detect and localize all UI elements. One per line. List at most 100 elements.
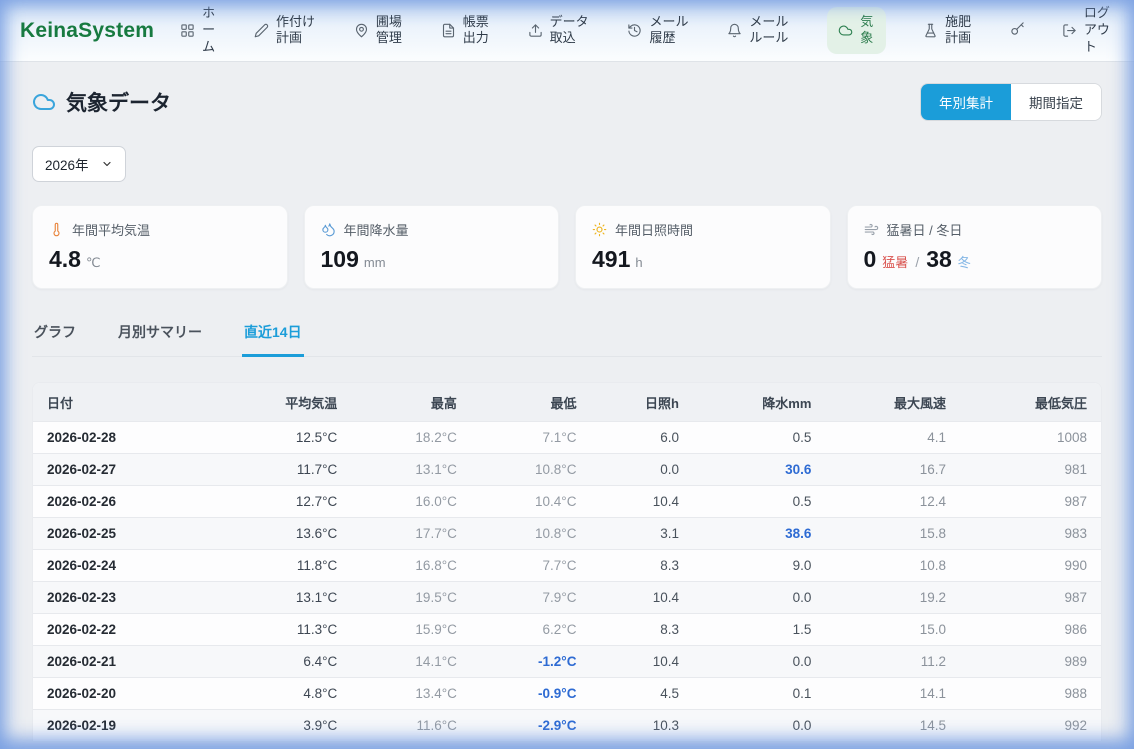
column-header[interactable]: 最高 [351,383,471,422]
column-header[interactable]: 日照h [590,383,693,422]
column-header[interactable]: 日付 [33,383,236,422]
table-cell: 16.8°C [351,550,471,582]
stat-value-part: 109 [321,246,359,273]
table-cell: 988 [960,678,1101,710]
nav-item-label: メール履歴 [649,14,690,48]
nav-item-label: メールルール [749,14,790,48]
nav-item-label: ホーム [202,5,217,56]
bell-icon [727,23,742,38]
view-toggle: 年別集計期間指定 [920,83,1102,121]
nav-item-active[interactable]: 気象 [827,7,886,55]
nav-item[interactable]: データ取込 [528,14,591,48]
table-row[interactable]: 2026-02-2812.5°C18.2°C7.1°C6.00.54.11008 [33,422,1101,454]
table-cell: 13.6°C [236,518,351,550]
stat-card-label: 年間平均気温 [72,220,150,239]
chevron-down-icon [101,158,113,170]
nav-item-label: 施肥計画 [945,14,973,48]
top-nav: KeinaSystem ホーム 作付け計画 圃場管理 帳票出力 データ取込 メール履歴 メー… [0,0,1134,62]
view-toggle-inactive[interactable]: 期間指定 [1011,84,1101,120]
key-button[interactable] [1010,21,1025,39]
tab-active[interactable]: 直近14日 [242,316,304,357]
stat-card-value: 491h [592,246,814,273]
brand-logo[interactable]: KeinaSystem [20,19,154,43]
column-header[interactable]: 最大風速 [825,383,960,422]
column-header[interactable]: 降水mm [693,383,825,422]
logout-button[interactable]: ログアウト [1062,5,1112,56]
table-cell: 10.4 [590,486,693,518]
table-row[interactable]: 2026-02-204.8°C13.4°C-0.9°C4.50.114.1988 [33,678,1101,710]
tab-item[interactable]: グラフ [32,316,78,357]
table-cell: 0.0 [693,646,825,678]
table-cell: 10.8 [825,550,960,582]
table-row[interactable]: 2026-02-2211.3°C15.9°C6.2°C8.31.515.0986 [33,614,1101,646]
nav-item[interactable]: 作付け計画 [254,14,317,48]
table-cell: 14.1 [825,678,960,710]
flask-icon [923,23,938,38]
stat-value-part: 冬 [958,252,971,271]
column-header[interactable]: 最低 [471,383,591,422]
table-cell: 30.6 [693,454,825,486]
logout-icon [1062,23,1077,38]
table-cell: 13.1°C [351,454,471,486]
nav-item[interactable]: ホーム [180,5,217,56]
table-cell: 8.3 [590,550,693,582]
nav-item[interactable]: メールルール [727,14,790,48]
nav-item[interactable]: メール履歴 [627,14,690,48]
tab-item[interactable]: 月別サマリー [116,316,204,357]
table-cell: 12.5°C [236,422,351,454]
table-cell: 0.0 [590,454,693,486]
table-cell: 17.7°C [351,518,471,550]
table-cell: 2026-02-24 [33,550,236,582]
stat-card: 年間降水量109mm [304,205,560,289]
nav-item[interactable]: 施肥計画 [923,14,973,48]
nav-item[interactable]: 帳票出力 [441,14,491,48]
year-select-value: 2026年 [45,154,89,174]
table-cell: 981 [960,454,1101,486]
stat-card-label: 猛暑日 / 冬日 [887,220,963,239]
stat-value-part: mm [364,255,386,270]
table-cell: 2026-02-26 [33,486,236,518]
stat-card-value: 109 mm [321,246,543,273]
table-cell: 987 [960,486,1101,518]
table-cell: 989 [960,646,1101,678]
table-row[interactable]: 2026-02-2612.7°C16.0°C10.4°C10.40.512.49… [33,486,1101,518]
table-row[interactable]: 2026-02-2411.8°C16.8°C7.7°C8.39.010.8990 [33,550,1101,582]
table-cell: 11.8°C [236,550,351,582]
table-cell: 2026-02-27 [33,454,236,486]
table-cell: 0.5 [693,422,825,454]
nav-item-label: 作付け計画 [276,14,317,48]
table-row[interactable]: 2026-02-2313.1°C19.5°C7.9°C10.40.019.298… [33,582,1101,614]
table-cell: 4.1 [825,422,960,454]
table-cell: 987 [960,582,1101,614]
stat-value-part: 猛暑 [882,252,908,271]
nav-item-label: 気象 [860,14,875,48]
table-cell: -0.9°C [471,678,591,710]
nav-items: ホーム 作付け計画 圃場管理 帳票出力 データ取込 メール履歴 メールルール 気象 施肥計画 ログ… [180,5,1112,56]
thermometer-icon [49,222,64,237]
table-cell: 4.5 [590,678,693,710]
cloud-icon [838,23,853,38]
table-cell: 2026-02-22 [33,614,236,646]
table-cell: 6.2°C [471,614,591,646]
table-cell: -1.2°C [471,646,591,678]
table-row[interactable]: 2026-02-193.9°C11.6°C-2.9°C10.30.014.599… [33,710,1101,742]
table-row[interactable]: 2026-02-216.4°C14.1°C-1.2°C10.40.011.298… [33,646,1101,678]
table-cell: 3.9°C [236,710,351,742]
nav-item[interactable]: 圃場管理 [354,14,404,48]
wind-icon [864,222,879,237]
stat-card: 猛暑日 / 冬日0猛暑/38冬 [847,205,1103,289]
table-cell: 2026-02-21 [33,646,236,678]
column-header[interactable]: 平均気温 [236,383,351,422]
table-row[interactable]: 2026-02-2711.7°C13.1°C10.8°C0.030.616.79… [33,454,1101,486]
table-cell: 3.1 [590,518,693,550]
table-cell: 4.8°C [236,678,351,710]
column-header[interactable]: 最低気圧 [960,383,1101,422]
table-cell: 10.4°C [471,486,591,518]
table-row[interactable]: 2026-02-2513.6°C17.7°C10.8°C3.138.615.89… [33,518,1101,550]
key-icon [1010,21,1025,39]
stat-value-part: ℃ [86,255,101,271]
table-cell: 0.1 [693,678,825,710]
year-select[interactable]: 2026年 [32,146,126,182]
view-toggle-active[interactable]: 年別集計 [921,84,1011,120]
table-cell: 11.7°C [236,454,351,486]
